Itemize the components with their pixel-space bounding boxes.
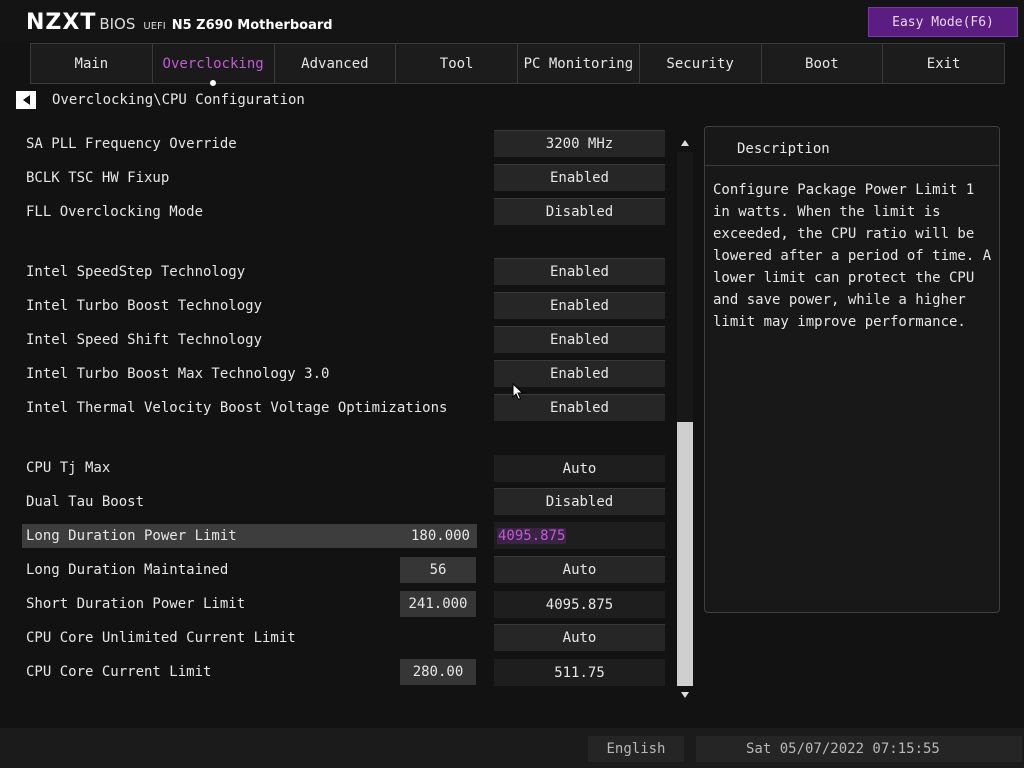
setting-label: CPU Tj Max <box>26 460 111 476</box>
easy-mode-button[interactable]: Easy Mode(F6) <box>868 7 1018 37</box>
setting-label: Intel Turbo Boost Max Technology 3.0 <box>26 366 330 382</box>
setting-value-bclk-tsc[interactable]: Enabled <box>494 164 665 191</box>
breadcrumb-path: Overclocking\CPU Configuration <box>52 92 305 108</box>
setting-sa-pll-frequency-override[interactable]: SA PLL Frequency Override <box>22 132 477 156</box>
setting-label: Long Duration Maintained <box>26 562 229 578</box>
setting-value-short-duration-power[interactable]: 4095.875 <box>494 591 665 618</box>
setting-value-tj-max[interactable]: Auto <box>494 455 665 482</box>
setting-label: CPU Core Unlimited Current Limit <box>26 630 296 646</box>
setting-label: Long Duration Power Limit <box>26 528 237 544</box>
header: NZXT BIOS UEFI N5 Z690 Motherboard Easy … <box>0 0 1024 42</box>
mouse-pointer-icon <box>512 383 524 401</box>
setting-short-duration-power-limit[interactable]: Short Duration Power Limit 241.000 <box>22 591 477 617</box>
setting-label: Intel Turbo Boost Technology <box>26 298 263 314</box>
setting-label: FLL Overclocking Mode <box>26 204 204 220</box>
footer-bar: English Sat 05/07/2022 07:15:55 <box>0 728 1024 768</box>
setting-label: Intel Speed Shift Technology <box>26 332 263 348</box>
tab-main[interactable]: Main <box>30 43 152 84</box>
setting-value-long-duration-power[interactable]: 4095.875 <box>494 522 665 549</box>
arrow-left-icon <box>22 95 30 105</box>
tab-tool[interactable]: Tool <box>395 43 517 84</box>
setting-label: Short Duration Power Limit <box>26 596 246 612</box>
scroll-up-button[interactable] <box>675 136 695 150</box>
short-duration-power-limit-input[interactable]: 241.000 <box>400 591 476 617</box>
scroll-down-button[interactable] <box>675 688 695 702</box>
setting-bclk-tsc-hw-fixup[interactable]: BCLK TSC HW Fixup <box>22 166 477 190</box>
setting-dual-tau-boost[interactable]: Dual Tau Boost <box>22 490 477 514</box>
main-tabs: Main Overclocking Advanced Tool PC Monit… <box>30 43 1005 86</box>
setting-cpu-tj-max[interactable]: CPU Tj Max <box>22 456 477 480</box>
setting-value-fll-mode[interactable]: Disabled <box>494 198 665 225</box>
setting-label: Intel SpeedStep Technology <box>26 264 246 280</box>
setting-value-turbo-boost[interactable]: Enabled <box>494 292 665 319</box>
setting-label: Intel Thermal Velocity Boost Voltage Opt… <box>26 400 448 416</box>
back-button[interactable] <box>16 91 36 109</box>
setting-value-dual-tau[interactable]: Disabled <box>494 488 665 515</box>
setting-intel-tvb-voltage-opt[interactable]: Intel Thermal Velocity Boost Voltage Opt… <box>22 396 477 420</box>
tab-advanced[interactable]: Advanced <box>273 43 396 84</box>
setting-value-speed-shift[interactable]: Enabled <box>494 326 665 353</box>
cpu-core-current-limit-input[interactable]: 280.00 <box>400 659 476 685</box>
arrow-down-icon <box>681 692 689 698</box>
setting-long-duration-maintained[interactable]: Long Duration Maintained 56 <box>22 557 477 583</box>
motherboard-model: N5 Z690 Motherboard <box>171 18 333 33</box>
tab-exit[interactable]: Exit <box>882 43 1005 84</box>
uefi-label: UEFI <box>143 21 166 32</box>
description-title: Description <box>737 141 830 157</box>
setting-cpu-core-unlimited-current[interactable]: CPU Core Unlimited Current Limit <box>22 626 477 650</box>
setting-fll-overclocking-mode[interactable]: FLL Overclocking Mode <box>22 200 477 224</box>
brand-logo: NZXT BIOS UEFI N5 Z690 Motherboard <box>26 10 333 35</box>
description-panel: Description Configure Package Power Limi… <box>704 126 1000 613</box>
selected-value-text: 4095.875 <box>497 527 567 544</box>
arrow-up-icon <box>681 140 689 146</box>
bios-label: BIOS <box>99 15 136 33</box>
setting-long-duration-power-limit[interactable]: Long Duration Power Limit 180.000 <box>22 524 477 548</box>
tab-overclocking[interactable]: Overclocking <box>151 43 274 86</box>
setting-intel-turbo-boost[interactable]: Intel Turbo Boost Technology <box>22 294 477 318</box>
date-time-display: Sat 05/07/2022 07:15:55 <box>696 736 1022 762</box>
scrollbar-thumb[interactable] <box>677 422 693 686</box>
setting-intel-speed-shift[interactable]: Intel Speed Shift Technology <box>22 328 477 352</box>
setting-label: SA PLL Frequency Override <box>26 136 237 152</box>
setting-value-core-current-limit[interactable]: 511.75 <box>494 659 665 686</box>
setting-value-sa-pll[interactable]: 3200 MHz <box>494 130 665 157</box>
tab-pc-monitoring[interactable]: PC Monitoring <box>517 43 639 84</box>
setting-intel-turbo-boost-max-3[interactable]: Intel Turbo Boost Max Technology 3.0 <box>22 362 477 386</box>
long-duration-power-limit-input[interactable]: 180.000 <box>400 523 476 549</box>
tab-boot[interactable]: Boot <box>760 43 883 84</box>
setting-value-speedstep[interactable]: Enabled <box>494 258 665 285</box>
breadcrumb: Overclocking\CPU Configuration <box>16 90 305 110</box>
tab-security[interactable]: Security <box>638 43 761 84</box>
description-divider <box>705 165 999 166</box>
setting-value-long-duration-maintained[interactable]: Auto <box>494 556 665 583</box>
long-duration-maintained-input[interactable]: 56 <box>400 557 476 583</box>
setting-label: BCLK TSC HW Fixup <box>26 170 170 186</box>
nzxt-logo: NZXT <box>26 10 97 35</box>
setting-cpu-core-current-limit[interactable]: CPU Core Current Limit 280.00 <box>22 659 477 685</box>
setting-label: CPU Core Current Limit <box>26 664 212 680</box>
setting-intel-speedstep[interactable]: Intel SpeedStep Technology <box>22 260 477 284</box>
setting-value-unlimited-current[interactable]: Auto <box>494 624 665 651</box>
setting-label: Dual Tau Boost <box>26 494 145 510</box>
description-text: Configure Package Power Limit 1 in watts… <box>713 182 992 330</box>
language-selector[interactable]: English <box>588 736 684 762</box>
